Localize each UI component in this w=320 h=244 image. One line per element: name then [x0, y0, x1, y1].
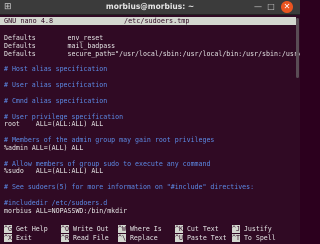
shortcut-key: ^\	[118, 234, 126, 242]
shortcut-key: ^W	[118, 225, 126, 233]
shortcut-item[interactable]: ^U Paste Text	[175, 234, 227, 243]
maximize-icon[interactable]: □	[266, 2, 276, 12]
config-line: %sudo ALL=(ALL:ALL) ALL	[4, 167, 104, 176]
comment-line: # Cmnd alias specification	[4, 96, 108, 105]
nano-header-bar: GNU nano 4.8 /etc/sudoers.tmp	[0, 17, 296, 25]
shortcut-label: Get Help	[15, 225, 48, 233]
shortcut-label: To Spell	[243, 234, 276, 242]
shortcut-item[interactable]: ^X Exit	[4, 234, 32, 243]
comment-line: # See sudoers(5) for more information on…	[4, 183, 255, 192]
shortcut-key: ^R	[61, 234, 69, 242]
shortcut-item[interactable]: ^W Where Is	[118, 225, 162, 234]
close-icon[interactable]: ✕	[281, 1, 293, 13]
comment-line: # Members of the admin group may gain ro…	[4, 136, 215, 145]
shortcut-item[interactable]: ^K Cut Text	[175, 225, 219, 234]
shortcut-key: ^K	[175, 225, 183, 233]
comment-line: # Host alias specification	[4, 65, 108, 74]
shortcut-key: ^O	[61, 225, 69, 233]
shortcut-label: Replace	[129, 234, 158, 242]
config-line: Defaults secure_path="/usr/local/sbin:/u…	[4, 49, 300, 58]
config-line: Defaults mail_badpass	[4, 41, 116, 50]
scrollbar[interactable]	[296, 18, 299, 78]
nano-version: GNU nano 4.8	[4, 17, 54, 25]
shortcut-key: ^G	[4, 225, 12, 233]
shortcut-key: ^T	[232, 234, 240, 242]
config-line: morbius ALL=NOPASSWD:/bin/mkdir	[4, 206, 128, 215]
title-bar: ⊞ morbius@morbius: ~ — □ ✕	[0, 0, 300, 15]
terminal-area[interactable]: GNU nano 4.8 /etc/sudoers.tmp Defaults e…	[0, 15, 300, 244]
shortcut-label: Write Out	[72, 225, 109, 233]
shortcut-label: Cut Text	[186, 225, 219, 233]
terminal-window: ⊞ morbius@morbius: ~ — □ ✕ GNU nano 4.8 …	[0, 0, 300, 244]
shortcut-label: Justify	[243, 225, 272, 233]
shortcut-key: ^J	[232, 225, 240, 233]
nano-filename: /etc/sudoers.tmp	[124, 17, 190, 25]
comment-line: #includedir /etc/sudoers.d	[4, 198, 108, 207]
config-line: %admin ALL=(ALL) ALL	[4, 143, 84, 152]
shortcut-label: Where Is	[129, 225, 162, 233]
shortcut-label: Exit	[15, 234, 32, 242]
shortcut-item[interactable]: ^J Justify	[232, 225, 272, 234]
comment-line: # User privilege specification	[4, 112, 124, 121]
comment-line: # User alias specification	[4, 81, 108, 90]
shortcut-label: Read File	[72, 234, 109, 242]
shortcut-item[interactable]: ^O Write Out	[61, 225, 109, 234]
shortcut-item[interactable]: ^G Get Help	[4, 225, 48, 234]
shortcut-item[interactable]: ^T To Spell	[232, 234, 276, 243]
config-line: Defaults env_reset	[4, 34, 104, 42]
shortcut-item[interactable]: ^\ Replace	[118, 234, 158, 243]
minimize-icon[interactable]: —	[253, 2, 263, 12]
shortcut-key: ^X	[4, 234, 12, 242]
shortcut-label: Paste Text	[186, 234, 227, 242]
comment-line: # Allow members of group sudo to execute…	[4, 159, 211, 168]
shortcut-key: ^U	[175, 234, 183, 242]
config-line: root ALL=(ALL:ALL) ALL	[4, 120, 104, 129]
shortcut-item[interactable]: ^R Read File	[61, 234, 109, 243]
